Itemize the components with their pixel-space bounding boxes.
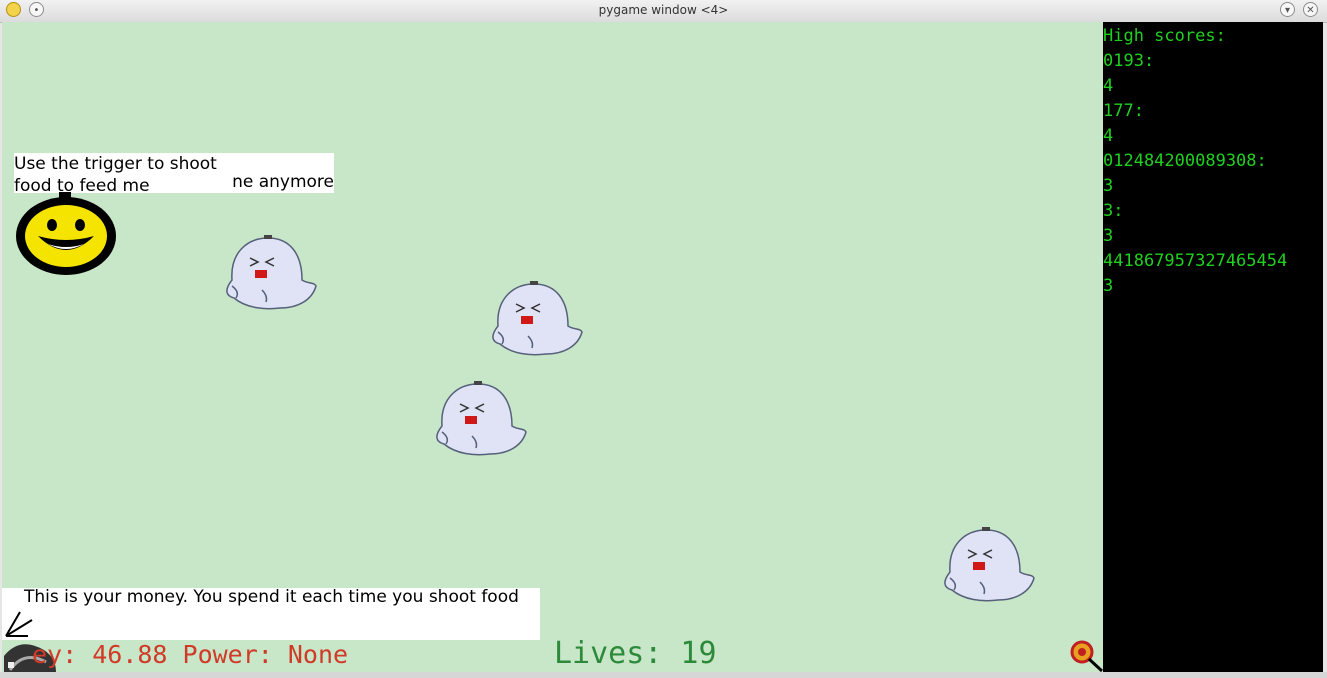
- window-titlebar: • pygame window <4> ▾ ✕: [0, 0, 1327, 23]
- trigger-hint-bubble: Use the trigger to shoot food to feed me…: [14, 153, 334, 196]
- game-canvas[interactable]: Use the trigger to shoot food to feed me…: [2, 22, 1103, 672]
- lives-counter: Lives: 19: [554, 636, 717, 671]
- close-button[interactable]: ✕: [1303, 2, 1318, 17]
- score-line: 3: [1103, 276, 1114, 296]
- ghost-enemy: [492, 281, 583, 356]
- overlapped-hint-fragment: ne anymore: [232, 172, 334, 192]
- score-line: 4: [1103, 126, 1114, 146]
- high-scores-panel: High scores: 0193: 4 177: 4 012484200089…: [1103, 22, 1323, 672]
- score-line: 3:: [1103, 201, 1124, 221]
- money-power-readout: ey: 46.88 Power: None: [32, 640, 349, 669]
- score-line: 441867957327465454: [1103, 251, 1288, 271]
- window-title: pygame window <4>: [598, 3, 729, 17]
- crosshair-target-icon: [1070, 640, 1103, 672]
- score-line: 0193:: [1103, 51, 1155, 71]
- score-line: 3: [1103, 226, 1114, 246]
- ghost-enemy: [944, 527, 1035, 602]
- high-scores-list: High scores: 0193: 4 177: 4 012484200089…: [1103, 24, 1287, 299]
- money-hint-bubble: This is your money. You spend it each ti…: [2, 587, 540, 640]
- money-hint-text: This is your money. You spend it each ti…: [24, 587, 519, 607]
- score-line: 4: [1103, 76, 1114, 96]
- taskbar-strip: [0, 672, 1327, 678]
- score-line: 3: [1103, 176, 1114, 196]
- ghost-enemy: [436, 381, 527, 456]
- score-line: 012484200089308:: [1103, 151, 1267, 171]
- ghost-enemy: [226, 235, 317, 310]
- high-scores-title: High scores:: [1103, 26, 1226, 46]
- trigger-hint-line-1: Use the trigger to shoot: [14, 154, 217, 174]
- minimize-button[interactable]: ▾: [1280, 2, 1295, 17]
- score-line: 177:: [1103, 101, 1144, 121]
- smiley-mascot-icon: [16, 192, 116, 275]
